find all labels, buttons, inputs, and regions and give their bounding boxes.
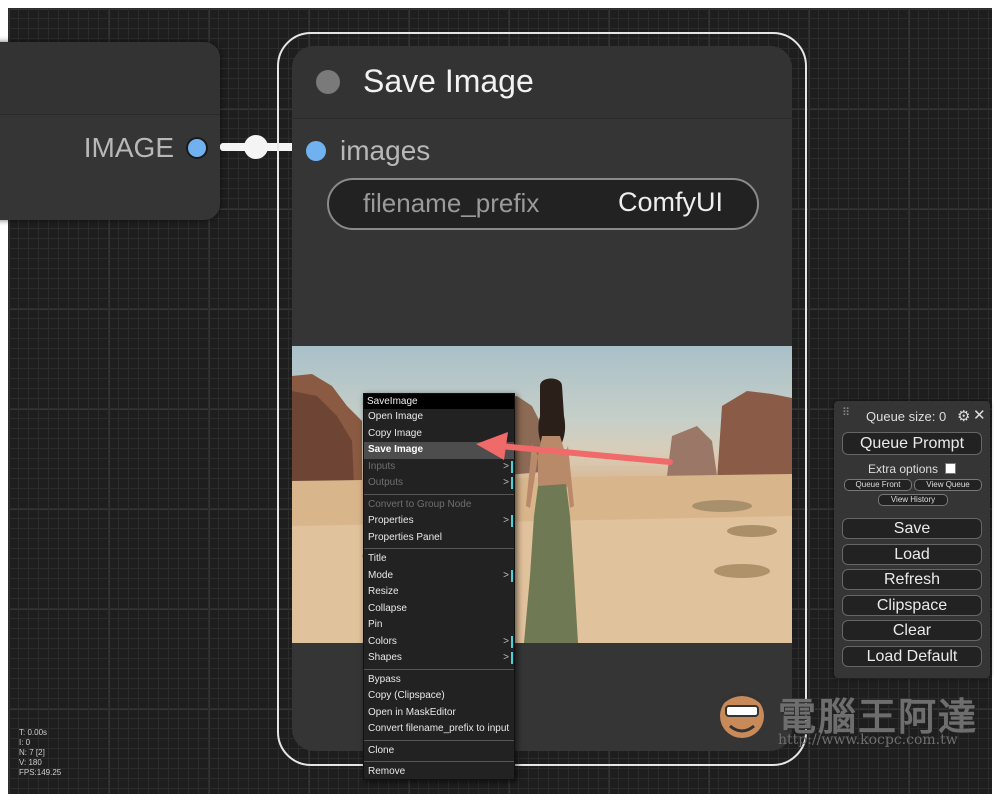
- menu-item-copy-clipspace[interactable]: Copy (Clipspace): [364, 688, 514, 705]
- menu-item-label: Inputs: [368, 460, 396, 472]
- input-slot-dot[interactable]: [306, 141, 326, 161]
- menu-item-convert-filename-prefix-to-input[interactable]: Convert filename_prefix to input: [364, 721, 514, 738]
- menu-item-label: Remove: [368, 766, 406, 777]
- menu-item-properties[interactable]: Properties >: [364, 513, 514, 530]
- clear-button[interactable]: Clear: [842, 620, 982, 641]
- stat-line: V: 180: [19, 758, 42, 767]
- menu-item-label: Properties Panel: [368, 531, 442, 543]
- menu-item-label: Pin: [368, 619, 383, 630]
- menu-item-mode[interactable]: Mode >: [364, 568, 514, 585]
- woman-figure: [524, 378, 578, 643]
- menu-item-collapse[interactable]: Collapse: [364, 601, 514, 618]
- menu-item-label: Clone: [368, 744, 395, 756]
- menu-item-label: Open Image: [368, 411, 424, 422]
- menu-item-shapes[interactable]: Shapes >: [364, 650, 514, 667]
- stat-line: N: 7 [2]: [19, 748, 45, 757]
- menu-item-label: Collapse: [368, 602, 407, 614]
- menu-item-label: Resize: [368, 586, 399, 597]
- menu-item-label: Outputs: [368, 477, 404, 488]
- menu-separator: [364, 548, 514, 549]
- view-history-button[interactable]: View History: [878, 494, 948, 506]
- filename-prefix-widget[interactable]: filename_prefix ComfyUI: [327, 178, 759, 230]
- menu-item-clone[interactable]: Clone: [364, 743, 514, 760]
- close-icon[interactable]: ✕: [973, 406, 986, 424]
- menu-item-label: Bypass: [368, 673, 401, 685]
- menu-item-label: Save Image: [368, 444, 424, 455]
- queue-size-label: Queue size: 0: [866, 409, 947, 424]
- save-button[interactable]: Save: [842, 518, 982, 539]
- menu-item-outputs: Outputs >: [364, 475, 514, 492]
- red-pointer-arrow: [476, 432, 673, 465]
- menu-item-open-image[interactable]: Open Image: [364, 409, 514, 426]
- menu-item-label: Mode: [368, 569, 394, 581]
- clipspace-button[interactable]: Clipspace: [842, 595, 982, 616]
- widget-value: ComfyUI: [617, 187, 723, 217]
- menu-separator: [364, 739, 514, 741]
- node-title-bar[interactable]: Save Image: [292, 46, 792, 119]
- queue-panel[interactable]: ⠿ Queue size: 0 ⚙ ✕ Queue Prompt Extra o…: [834, 401, 990, 678]
- queue-prompt-button[interactable]: Queue Prompt: [842, 432, 982, 455]
- menu-item-open-in-maskeditor[interactable]: Open in MaskEditor: [364, 705, 514, 722]
- collapse-toggle-dot[interactable]: [316, 70, 340, 94]
- menu-item-colors[interactable]: Colors >: [364, 634, 514, 651]
- stat-line: T: 0.00s: [19, 728, 48, 737]
- menu-item-label: Convert to Group Node: [368, 498, 472, 510]
- menu-item-convert-to-group-node: Convert to Group Node: [364, 497, 514, 514]
- submenu-chevron-icon: >: [503, 568, 513, 585]
- stat-line: FPS:149.25: [19, 768, 62, 777]
- submenu-chevron-icon: >: [503, 634, 513, 651]
- source-node-header[interactable]: [0, 42, 220, 115]
- node-title: Save Image: [363, 63, 534, 99]
- menu-item-label: Copy (Clipspace): [368, 690, 445, 701]
- submenu-chevron-icon: >: [503, 650, 513, 667]
- extra-options-label: Extra options: [868, 462, 939, 476]
- render-stats: T: 0.00s I: 0 N: 7 [2] V: 180 FPS:149.25: [19, 728, 61, 778]
- stat-line: I: 0: [19, 738, 31, 747]
- widget-name: filename_prefix: [363, 188, 540, 218]
- refresh-button[interactable]: Refresh: [842, 569, 982, 590]
- menu-separator: [364, 668, 514, 670]
- link-center-handle[interactable]: [244, 135, 268, 159]
- menu-item-resize[interactable]: Resize: [364, 584, 514, 601]
- menu-item-label: Convert filename_prefix to input: [368, 723, 510, 734]
- submenu-chevron-icon: >: [503, 475, 513, 492]
- queue-front-button[interactable]: Queue Front: [844, 479, 912, 491]
- menu-item-properties-panel[interactable]: Properties Panel: [364, 530, 514, 547]
- watermark-url: http://www.kocpc.com.tw: [778, 732, 958, 748]
- drag-handle-icon[interactable]: ⠿: [842, 408, 850, 419]
- extra-options-checkbox[interactable]: [945, 463, 956, 474]
- menu-item-title[interactable]: Title: [364, 551, 514, 568]
- menu-item-label: Title: [368, 553, 387, 564]
- output-slot-dot[interactable]: [188, 139, 206, 157]
- load-button[interactable]: Load: [842, 544, 982, 565]
- menu-item-remove[interactable]: Remove: [364, 764, 514, 781]
- input-slot-label: images: [340, 135, 431, 166]
- menu-item-bypass[interactable]: Bypass: [364, 672, 514, 689]
- view-queue-button[interactable]: View Queue: [914, 479, 982, 491]
- menu-item-label: Properties: [368, 515, 414, 526]
- menu-item-pin[interactable]: Pin: [364, 617, 514, 634]
- menu-separator: [364, 493, 514, 495]
- context-menu-title: SaveImage: [364, 394, 514, 409]
- output-slot-label: IMAGE: [83, 132, 174, 163]
- menu-item-label: Colors: [368, 635, 397, 647]
- submenu-chevron-icon: >: [503, 513, 513, 530]
- menu-item-label: Shapes: [368, 652, 402, 663]
- source-node[interactable]: IMAGE: [0, 42, 220, 220]
- load-default-button[interactable]: Load Default: [842, 646, 982, 667]
- gear-icon[interactable]: ⚙: [957, 407, 970, 425]
- menu-separator: [364, 761, 514, 762]
- menu-item-label: Open in MaskEditor: [368, 706, 456, 718]
- menu-item-label: Copy Image: [368, 427, 422, 439]
